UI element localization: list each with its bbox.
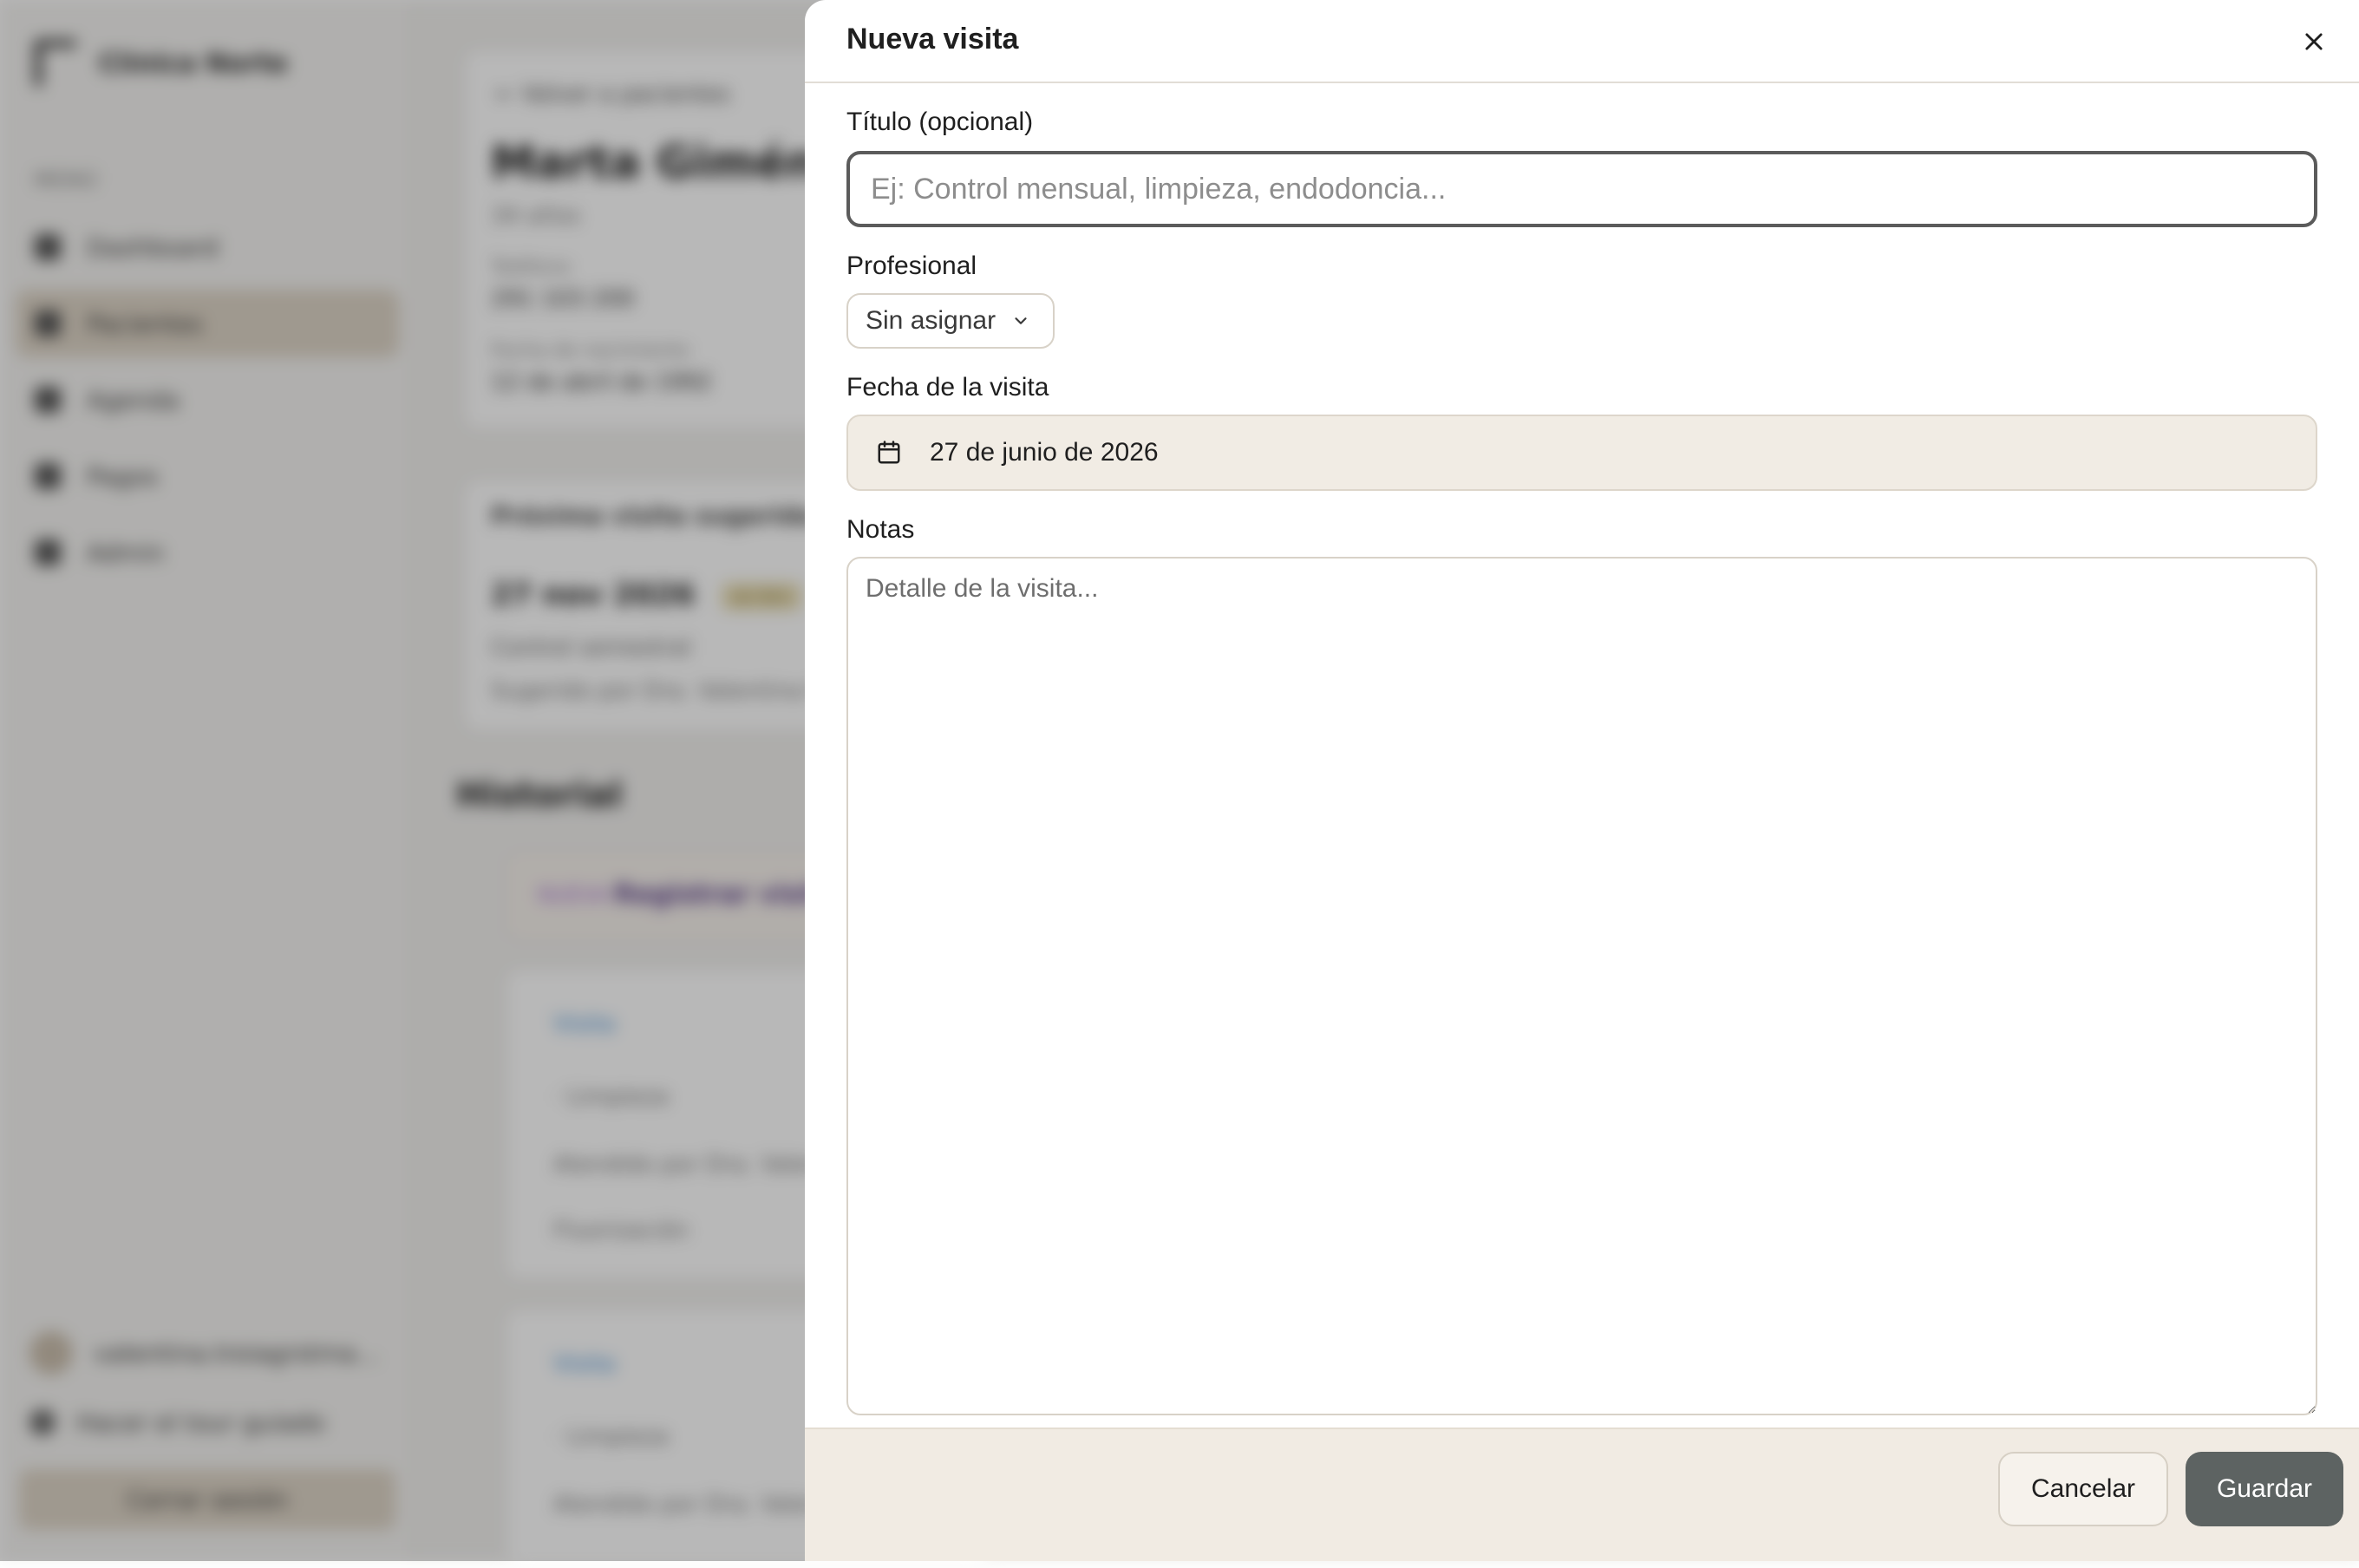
calendar-icon xyxy=(878,441,900,464)
close-button[interactable] xyxy=(2297,24,2331,59)
title-field-label: Título (opcional) xyxy=(846,108,1034,136)
visit-date-value: 27 de junio de 2026 xyxy=(930,438,1159,467)
notes-field-label: Notas xyxy=(846,515,915,544)
professional-field-label: Profesional xyxy=(846,252,977,280)
professional-select-value: Sin asignar xyxy=(866,306,997,335)
dialog-header: Nueva visita xyxy=(805,0,2359,83)
title-input[interactable] xyxy=(846,151,2317,227)
professional-select[interactable]: Sin asignar xyxy=(846,293,1055,349)
dialog-footer: Cancelar Guardar xyxy=(805,1428,2359,1561)
save-button[interactable]: Guardar xyxy=(2186,1452,2343,1526)
chevron-down-icon xyxy=(1015,317,1027,324)
new-visit-dialog: Nueva visita Título (opcional) Profesion… xyxy=(805,0,2359,1561)
date-field-label: Fecha de la visita xyxy=(846,373,1049,402)
notes-textarea[interactable] xyxy=(846,557,2317,1415)
close-icon xyxy=(2305,33,2323,50)
visit-date-picker[interactable]: 27 de junio de 2026 xyxy=(846,415,2317,491)
cancel-button[interactable]: Cancelar xyxy=(1998,1452,2168,1526)
dialog-title: Nueva visita xyxy=(846,23,1019,56)
